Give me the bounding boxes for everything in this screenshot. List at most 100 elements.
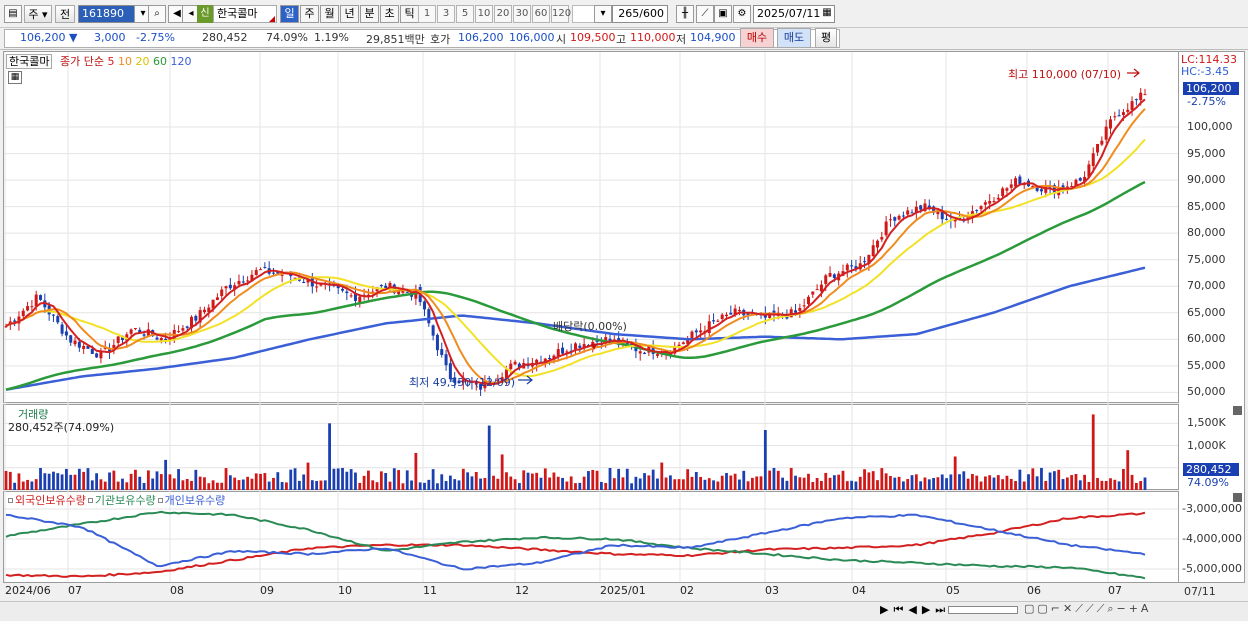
volume-bar — [1031, 468, 1035, 490]
volume-bar — [927, 479, 931, 490]
candle-body — [95, 353, 99, 358]
candle-body — [716, 320, 720, 322]
ma-period-20: 20 — [135, 55, 153, 68]
volume-bar — [349, 469, 353, 490]
candle-body — [202, 309, 206, 313]
volume-bar — [345, 471, 349, 490]
candle-body — [379, 285, 383, 287]
volume-bar — [1113, 479, 1117, 490]
candle-body — [548, 357, 552, 359]
ma-period-5: 5 — [107, 55, 118, 68]
volume-bar — [487, 425, 491, 490]
volume-bar — [738, 479, 741, 490]
candle-body — [1001, 188, 1005, 196]
volume-bar — [375, 482, 379, 490]
min-annotation: 최저 49,550 (12/09) — [409, 376, 516, 389]
candle-body — [116, 336, 120, 343]
price-tick: 60,000 — [1187, 332, 1226, 346]
volume-bar — [578, 482, 582, 490]
price-tick: 100,000 — [1187, 120, 1233, 134]
legend-marker-icon — [87, 498, 93, 503]
volume-bar — [405, 470, 409, 490]
candle-body — [13, 320, 17, 322]
volume-bar — [729, 475, 733, 490]
volume-bar — [367, 470, 370, 490]
volume-bar — [86, 468, 90, 490]
volume-bar — [914, 474, 918, 490]
volume-bar — [1091, 414, 1095, 490]
volume-bar — [13, 482, 17, 490]
x-tick: 10 — [338, 584, 352, 597]
volume-bar — [863, 469, 866, 490]
drawing-tools[interactable]: ▢▢⌐✕⟋⟋⟋⌕−+A — [1024, 602, 1151, 616]
volume-bar — [310, 480, 314, 490]
volume-bar — [716, 481, 720, 490]
volume-bar — [1052, 471, 1056, 490]
ma-label: 종가 단순 — [59, 55, 104, 68]
candle-body — [888, 219, 892, 221]
x-tick: 09 — [260, 584, 274, 597]
volume-bar — [427, 479, 431, 490]
candle-body — [655, 354, 659, 356]
price-tick: 85,000 — [1187, 199, 1226, 213]
candle-body — [556, 349, 560, 357]
candle-body — [82, 345, 86, 350]
volume-bar — [1109, 478, 1112, 490]
candle-body — [897, 215, 901, 220]
volume-bar — [483, 477, 487, 490]
volume-bar — [69, 474, 73, 490]
volume-bar — [686, 469, 690, 490]
volume-bar — [677, 479, 681, 490]
volume-bar — [185, 478, 189, 490]
zoom-slider[interactable] — [948, 606, 1018, 614]
candle-body — [578, 345, 582, 348]
volume-bar — [134, 469, 137, 490]
candle-body — [133, 328, 137, 330]
candle-body — [302, 281, 306, 283]
candle-body — [435, 334, 439, 351]
holding-close-icon[interactable] — [1233, 493, 1242, 502]
volume-bar — [768, 470, 772, 490]
volume-bar — [983, 476, 987, 490]
candle-body — [694, 330, 698, 333]
candle-body — [975, 210, 979, 212]
volume-bar — [388, 481, 392, 490]
volume-bar — [159, 474, 163, 490]
volume-bar — [423, 482, 426, 490]
volume-bar — [328, 423, 331, 490]
volume-bar — [297, 480, 301, 490]
volume-bar — [1018, 469, 1022, 490]
volume-bar — [1096, 478, 1099, 490]
volume-bar — [401, 483, 405, 490]
volume-bar — [1100, 480, 1104, 490]
volume-bar — [172, 478, 176, 490]
volume-bar — [656, 478, 659, 490]
volume-bar — [466, 472, 470, 490]
volume-bar — [1139, 480, 1143, 490]
volume-bar — [56, 473, 60, 490]
candle-body — [185, 326, 189, 328]
volume-tick: 1,500K — [1187, 416, 1226, 430]
volume-bar — [522, 470, 526, 490]
volume-close-icon[interactable] — [1233, 406, 1242, 415]
volume-bar — [798, 477, 802, 490]
volume-bar — [755, 476, 759, 490]
price-tick: 50,000 — [1187, 385, 1226, 399]
candle-body — [845, 264, 849, 271]
volume-bar — [625, 468, 629, 490]
volume-bar — [707, 478, 711, 490]
volume-bar — [211, 480, 215, 490]
volume-bar — [285, 482, 288, 490]
volume-bar — [669, 475, 672, 490]
volume-bar — [574, 483, 577, 490]
table-icon[interactable]: ▦ — [8, 71, 22, 84]
volume-bar — [807, 473, 810, 490]
volume-bar — [90, 480, 94, 490]
volume-bar — [543, 468, 547, 490]
volume-bar — [431, 469, 435, 490]
candle-body — [1039, 189, 1043, 192]
volume-bar — [289, 469, 293, 490]
scroll-buttons[interactable]: ▶⏮◀▶⏭ — [880, 603, 950, 617]
volume-bar — [60, 474, 64, 490]
volume-bar — [694, 472, 698, 490]
